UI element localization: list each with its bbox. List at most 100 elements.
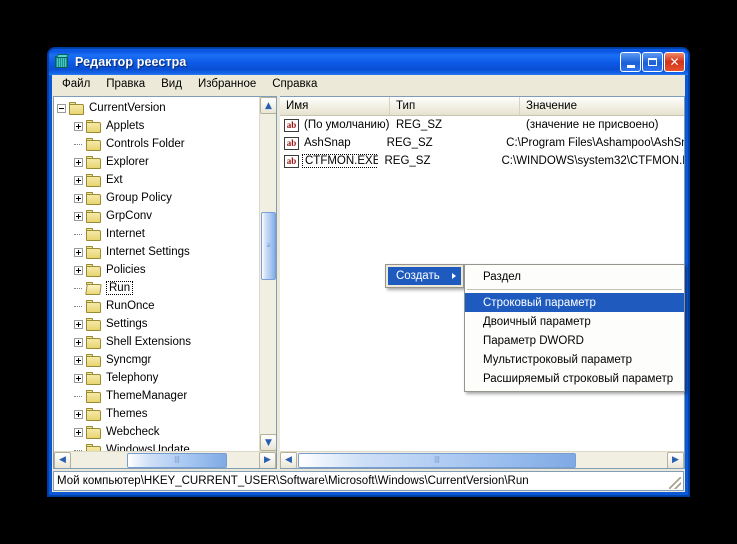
menu-edit[interactable]: Правка: [98, 76, 153, 93]
menu-file[interactable]: Файл: [54, 76, 98, 93]
tree-node[interactable]: WindowsUpdate: [57, 441, 259, 451]
submenu-item-string[interactable]: Строковый параметр: [465, 293, 684, 312]
close-button[interactable]: ✕: [664, 52, 685, 72]
tree-node[interactable]: Group Policy: [57, 189, 259, 207]
submenu-item-dword[interactable]: Параметр DWORD: [465, 331, 684, 350]
tree-node[interactable]: ThemeManager: [57, 387, 259, 405]
tree-scroll-up-button[interactable]: ▲: [260, 97, 276, 114]
tree-scroll-thumb[interactable]: ≡: [261, 212, 276, 280]
tree-node-label: Group Policy: [106, 192, 172, 204]
tree-node[interactable]: Syncmgr: [57, 351, 259, 369]
column-header-type[interactable]: Тип: [390, 97, 520, 115]
folder-icon: [69, 101, 85, 115]
context-menu-item-label: Создать: [396, 270, 440, 282]
tree-connector-line: [74, 395, 82, 397]
tree-node[interactable]: GrpConv: [57, 207, 259, 225]
expand-node-icon[interactable]: [74, 175, 83, 185]
tree-node[interactable]: Controls Folder: [57, 135, 259, 153]
value-name: AshSnap: [304, 137, 351, 149]
expand-node-icon[interactable]: [74, 373, 83, 383]
registry-tree-pane[interactable]: CurrentVersion Applets Controls Folder Expl…: [53, 96, 277, 469]
expand-node-icon[interactable]: [74, 355, 83, 365]
submenu-item-key[interactable]: Раздел: [465, 267, 684, 286]
tree-node[interactable]: Settings: [57, 315, 259, 333]
expand-node-icon[interactable]: [74, 211, 83, 221]
folder-icon: [86, 119, 102, 133]
expand-node-icon[interactable]: [74, 247, 83, 257]
submenu-item-binary[interactable]: Двоичный параметр: [465, 312, 684, 331]
tree-node[interactable]: Themes: [57, 405, 259, 423]
tree-connector-line: [74, 305, 82, 307]
tree-node-label: GrpConv: [106, 210, 153, 222]
tree-node-label: ThemeManager: [106, 390, 188, 402]
tree-node[interactable]: CurrentVersion: [57, 99, 259, 117]
tree-scroll-left-button[interactable]: ◀: [54, 451, 71, 468]
context-menu: Создать: [385, 264, 464, 288]
tree-node[interactable]: Shell Extensions: [57, 333, 259, 351]
maximize-button[interactable]: [642, 52, 663, 72]
tree-node[interactable]: Applets: [57, 117, 259, 135]
column-header-value[interactable]: Значение: [520, 97, 684, 115]
tree-node[interactable]: Telephony: [57, 369, 259, 387]
value-type: REG_SZ: [396, 119, 443, 131]
values-scroll-left-button[interactable]: ◀: [280, 451, 297, 468]
tree-node[interactable]: Internet Settings: [57, 243, 259, 261]
table-row[interactable]: ab CTFMON.EXE REG_SZ C:\WINDOWS\system32\CT…: [280, 152, 684, 170]
context-menu-item-new[interactable]: Создать: [388, 267, 461, 285]
tree-connector-line: [74, 287, 82, 289]
collapse-node-icon[interactable]: [57, 103, 66, 113]
maximize-icon: [648, 58, 657, 66]
expand-node-icon[interactable]: [74, 193, 83, 203]
value-data: C:\Program Files\Ashampoo\AshSnap: [506, 137, 684, 149]
expand-node-icon[interactable]: [74, 427, 83, 437]
tree-node[interactable]: Run: [57, 279, 259, 297]
tree-scroll-right-button[interactable]: ▶: [259, 451, 276, 468]
tree-node[interactable]: RunOnce: [57, 297, 259, 315]
menu-view[interactable]: Вид: [153, 76, 190, 93]
folder-icon: [86, 299, 102, 313]
title-bar[interactable]: Редактор реестра ✕: [49, 49, 688, 75]
expand-node-icon[interactable]: [74, 121, 83, 131]
menu-help[interactable]: Справка: [264, 76, 325, 93]
values-hscroll-thumb[interactable]: |||: [298, 452, 576, 468]
table-row[interactable]: ab AshSnap REG_SZ C:\Program Files\Ashampoo…: [280, 134, 684, 152]
tree-vertical-scrollbar[interactable]: ▲ ≡ ▼: [259, 97, 276, 451]
tree-hscroll-track[interactable]: |||: [71, 452, 259, 469]
column-header-name[interactable]: Имя: [280, 97, 390, 115]
tree-horizontal-scrollbar[interactable]: ◀ ||| ▶: [54, 451, 276, 468]
values-hscroll-track[interactable]: |||: [297, 452, 667, 469]
expand-node-icon[interactable]: [74, 337, 83, 347]
expand-node-icon[interactable]: [74, 157, 83, 167]
menu-bar: Файл Правка Вид Избранное Справка: [52, 75, 685, 95]
submenu-item-multistring[interactable]: Мультистроковый параметр: [465, 350, 684, 369]
tree-connector-line: [74, 143, 82, 145]
tree-node[interactable]: Explorer: [57, 153, 259, 171]
tree-node[interactable]: Policies: [57, 261, 259, 279]
expand-node-icon[interactable]: [74, 319, 83, 329]
values-scroll-right-button[interactable]: ▶: [667, 451, 684, 468]
string-value-icon: ab: [284, 118, 299, 132]
menu-favorites[interactable]: Избранное: [190, 76, 264, 93]
tree-hscroll-thumb[interactable]: |||: [127, 452, 227, 468]
tree-node-label: Syncmgr: [106, 354, 152, 366]
minimize-button[interactable]: [620, 52, 641, 72]
expand-node-icon[interactable]: [74, 265, 83, 275]
value-name-cell: ab (По умолчанию): [280, 118, 390, 132]
tree-scroll-down-button[interactable]: ▼: [260, 434, 276, 451]
table-row[interactable]: ab (По умолчанию) REG_SZ (значение не присв…: [280, 116, 684, 134]
folder-icon: [86, 389, 102, 403]
folder-icon: [86, 317, 102, 331]
tree-node[interactable]: Webcheck: [57, 423, 259, 441]
string-value-icon: ab: [284, 154, 299, 168]
tree-node-label: Policies: [106, 264, 146, 276]
folder-icon: [86, 137, 102, 151]
values-horizontal-scrollbar[interactable]: ◀ ||| ▶: [280, 451, 684, 468]
scroll-grip-icon: |||: [174, 456, 180, 464]
resize-grip-icon[interactable]: [669, 477, 681, 489]
status-bar: Мой компьютер\HKEY_CURRENT_USER\Software…: [53, 471, 684, 491]
folder-icon: [86, 227, 102, 241]
submenu-item-expandstring[interactable]: Расширяемый строковый параметр: [465, 369, 684, 388]
tree-node[interactable]: Ext: [57, 171, 259, 189]
tree-node[interactable]: Internet: [57, 225, 259, 243]
expand-node-icon[interactable]: [74, 409, 83, 419]
